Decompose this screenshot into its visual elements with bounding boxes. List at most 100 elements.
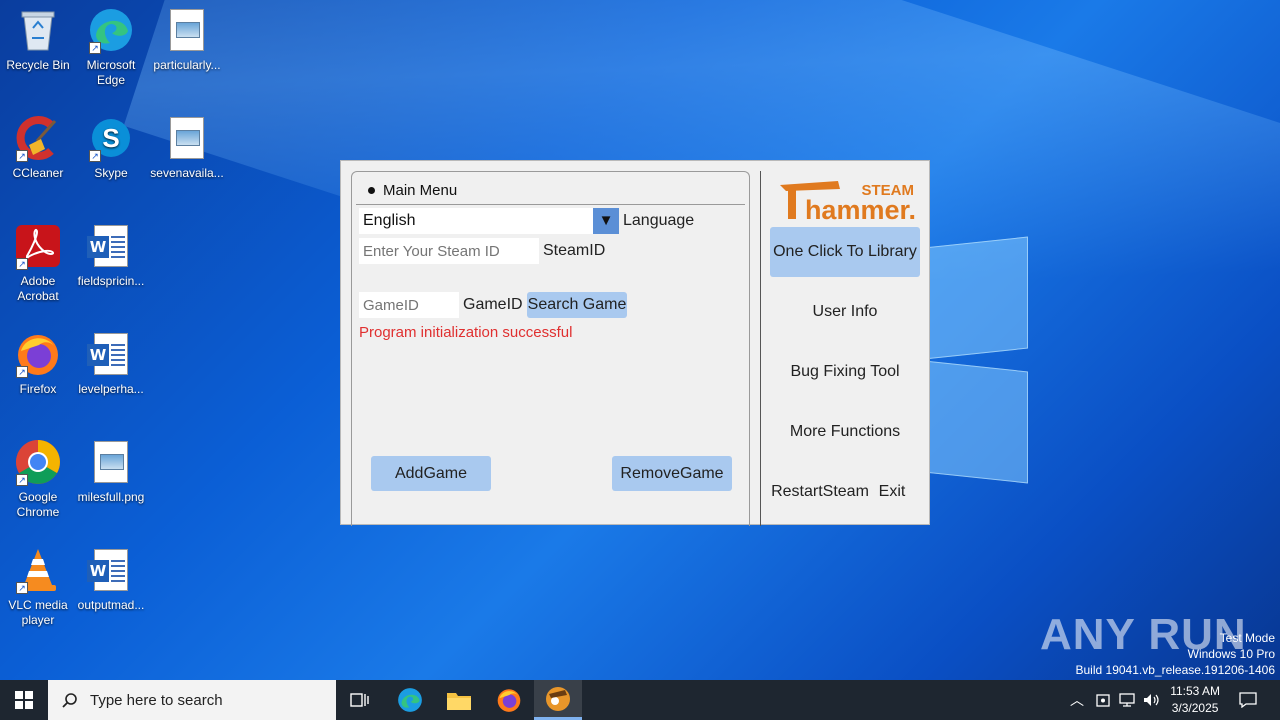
search-placeholder: Type here to search: [90, 691, 223, 709]
desktop-icon-acrobat[interactable]: ↗ Adobe Acrobat: [0, 222, 76, 304]
clock-time: 11:53 AM: [1170, 684, 1220, 698]
skype-icon: S ↗: [87, 114, 135, 162]
desktop-icon-chrome[interactable]: ↗ Google Chrome: [0, 438, 76, 520]
desktop-icon-label: particularly...: [153, 58, 221, 72]
taskbar-steam-hammer[interactable]: [534, 680, 582, 720]
windows-edition-text: Windows 10 Pro: [1187, 647, 1275, 661]
recycle-bin-icon: [14, 6, 62, 54]
word-document-icon: W: [87, 222, 135, 270]
tray-volume-icon[interactable]: [1142, 680, 1160, 720]
vertical-divider: [760, 171, 761, 526]
more-functions-button[interactable]: More Functions: [770, 407, 920, 457]
steam-hammer-app-icon: [546, 686, 570, 711]
desktop-icon-skype[interactable]: S ↗ Skype: [73, 114, 149, 181]
desktop-icon-label: VLC media player: [8, 598, 68, 627]
desktop-icon-label: Firefox: [19, 382, 57, 396]
task-view-icon: [350, 693, 369, 707]
tray-security-icon[interactable]: [1095, 680, 1111, 720]
user-info-button[interactable]: User Info: [770, 287, 920, 337]
restart-steam-button[interactable]: RestartSteam: [770, 467, 870, 517]
remove-game-button[interactable]: RemoveGame: [612, 456, 732, 491]
desktop-icon-firefox[interactable]: ↗ Firefox: [0, 330, 76, 397]
bug-fixing-tool-button[interactable]: Bug Fixing Tool: [770, 347, 920, 397]
language-label: Language: [623, 212, 695, 229]
game-id-input[interactable]: [359, 292, 459, 318]
desktop-icon-file-particularly[interactable]: particularly...: [149, 6, 225, 73]
steam-id-input[interactable]: [359, 238, 539, 264]
vlc-icon: ↗: [14, 546, 62, 594]
desktop-icon-label: Recycle Bin: [6, 58, 70, 72]
side-menu: STEAM hammer. One Click To Library User …: [766, 161, 930, 526]
desktop-icon-label: milesfull.png: [77, 490, 145, 504]
desktop-icon-ccleaner[interactable]: ↗ CCleaner: [0, 114, 76, 181]
logo-hammer-text: hammer.: [805, 195, 916, 221]
build-text: Build 19041.vb_release.191206-1406: [1075, 663, 1276, 677]
panel-divider: [356, 204, 745, 205]
notification-icon: [1239, 692, 1257, 708]
word-document-icon: W: [87, 546, 135, 594]
network-icon: [1119, 693, 1135, 707]
action-center-button[interactable]: [1236, 680, 1260, 720]
taskbar-search-box[interactable]: Type here to search: [48, 680, 336, 720]
chrome-icon: ↗: [14, 438, 62, 486]
desktop-icon-file-fieldspricin[interactable]: W fieldspricin...: [73, 222, 149, 289]
svg-text:S: S: [102, 123, 119, 153]
adobe-acrobat-icon: ↗: [14, 222, 62, 270]
folder-icon: [447, 693, 471, 710]
firefox-icon: [497, 689, 521, 712]
firefox-icon: ↗: [14, 330, 62, 378]
dropdown-arrow-icon[interactable]: ▼: [593, 208, 619, 234]
search-icon: [62, 693, 77, 708]
desktop-icon-vlc[interactable]: ↗ VLC media player: [0, 546, 76, 628]
test-mode-text: Test Mode: [1219, 631, 1275, 645]
add-game-button[interactable]: AddGame: [371, 456, 491, 491]
edge-icon: [398, 688, 422, 712]
edge-icon: ↗: [87, 6, 135, 54]
taskbar-clock[interactable]: 11:53 AM 3/3/2025: [1170, 683, 1220, 717]
steam-hammer-window: Main Menu English ▼ Language SteamID Gam…: [340, 160, 930, 526]
task-view-button[interactable]: [336, 680, 384, 720]
start-button[interactable]: [0, 680, 48, 720]
main-menu-label: Main Menu: [383, 182, 458, 199]
exit-button[interactable]: Exit: [870, 467, 914, 517]
word-document-icon: W: [87, 330, 135, 378]
panel-title: Main Menu: [368, 182, 457, 199]
image-file-icon: [163, 6, 211, 54]
taskbar-edge[interactable]: [386, 680, 434, 720]
steamid-label: SteamID: [543, 242, 606, 259]
desktop-icon-label: fieldspricin...: [77, 274, 145, 288]
ccleaner-icon: ↗: [14, 114, 62, 162]
windows-test-mode-watermark: Test Mode Windows 10 Pro Build 19041.vb_…: [1076, 630, 1276, 678]
show-hidden-icons-button[interactable]: ︿: [1070, 680, 1084, 720]
desktop-icon-label: Skype: [94, 166, 128, 180]
desktop-icon-file-sevenavaila[interactable]: sevenavaila...: [149, 114, 225, 181]
desktop-icon-label: sevenavaila...: [150, 166, 224, 180]
taskbar-file-explorer[interactable]: [435, 680, 483, 720]
windows-start-icon: [15, 691, 33, 709]
desktop-icon-file-levelperha[interactable]: W levelperha...: [73, 330, 149, 397]
main-menu-panel: Main Menu English ▼ Language SteamID Gam…: [351, 171, 750, 526]
desktop-icon-label: CCleaner: [12, 166, 64, 180]
desktop-icon-label: Google Chrome: [16, 490, 60, 519]
desktop-icon-file-outputmad[interactable]: W outputmad...: [73, 546, 149, 613]
image-file-icon: [87, 438, 135, 486]
desktop-icon-label: Microsoft Edge: [86, 58, 136, 87]
language-value: English: [363, 212, 416, 229]
steam-hammer-logo: STEAM hammer.: [778, 175, 918, 225]
one-click-to-library-button[interactable]: One Click To Library: [770, 227, 920, 277]
language-select[interactable]: English ▼: [359, 208, 619, 234]
search-game-button[interactable]: Search Game: [527, 292, 627, 318]
tray-network-icon[interactable]: [1118, 680, 1136, 720]
desktop-icon-label: outputmad...: [77, 598, 145, 612]
bullet-icon: [368, 187, 375, 194]
taskbar-firefox[interactable]: [485, 680, 533, 720]
desktop-icon-recycle-bin[interactable]: Recycle Bin: [0, 6, 76, 73]
desktop-icon-file-milesfull[interactable]: milesfull.png: [73, 438, 149, 505]
desktop-icon-edge[interactable]: ↗ Microsoft Edge: [73, 6, 149, 88]
status-message: Program initialization successful: [359, 324, 573, 341]
desktop-icon-label: Adobe Acrobat: [17, 274, 59, 303]
image-file-icon: [163, 114, 211, 162]
gameid-label: GameID: [463, 296, 523, 313]
shield-icon: [1096, 694, 1110, 707]
clock-date: 3/3/2025: [1171, 701, 1219, 715]
